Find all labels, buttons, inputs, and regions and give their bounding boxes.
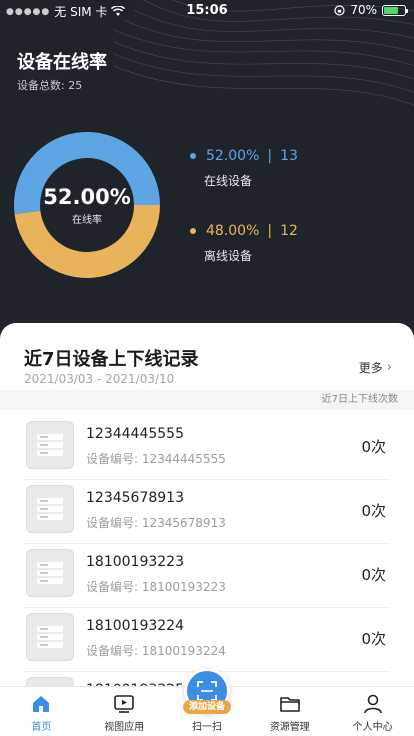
donut-center-value: 52.00%: [43, 185, 131, 209]
home-icon: [30, 693, 52, 715]
tab-label: 视图应用: [104, 722, 145, 733]
device-name: 18100193223: [86, 554, 184, 570]
orientation-lock-icon: [334, 4, 345, 16]
more-label: 更多: [358, 361, 383, 375]
device-code: 设备编号: 12345678913: [86, 516, 226, 530]
count-column-header: 近7日上下线次数: [0, 390, 414, 410]
offline-count: 12: [280, 223, 298, 239]
online-offline-count: 0次: [361, 630, 386, 648]
tab-profile[interactable]: 个人中心: [331, 687, 414, 736]
device-name: 18100193224: [86, 618, 184, 634]
tab-label: 资源管理: [269, 722, 310, 733]
battery-icon: [382, 4, 408, 16]
online-offline-count: 0次: [361, 438, 386, 456]
device-thumbnail-icon: [26, 613, 74, 661]
tab-resources[interactable]: 资源管理: [248, 687, 331, 736]
legend-offline: 48.00% | 12 离线设备: [190, 223, 298, 264]
record-list: 12344445555 设备编号: 12344445555 0次 1234567891…: [24, 416, 390, 686]
list-item[interactable]: 12344445555 设备编号: 12344445555 0次: [24, 416, 390, 480]
records-date-range: 2021/03/03 - 2021/03/10: [24, 372, 175, 386]
legend-divider: |: [267, 223, 273, 239]
folder-icon: [279, 693, 301, 715]
device-name: 12345678913: [86, 490, 184, 506]
device-thumbnail-icon: [26, 485, 74, 533]
device-code: 设备编号: 18100193223: [86, 580, 226, 594]
device-thumbnail-icon: [26, 549, 74, 597]
online-percent: 52.00%: [206, 148, 260, 164]
device-total: 设备总数: 25: [17, 79, 83, 92]
chevron-right-icon: ›: [386, 360, 392, 375]
battery-percent: 70%: [350, 3, 377, 17]
more-link[interactable]: 更多 ›: [359, 359, 392, 376]
offline-percent: 48.00%: [206, 223, 260, 239]
online-offline-count: 0次: [361, 502, 386, 520]
tab-label: 首页: [31, 722, 52, 733]
offline-label: 离线设备: [204, 249, 253, 263]
online-offline-count: 0次: [361, 566, 386, 584]
device-code: 设备编号: 12344445555: [86, 452, 226, 466]
page-title: 设备在线率: [17, 52, 107, 73]
list-item[interactable]: 12345678913 设备编号: 12345678913 0次: [24, 480, 390, 544]
legend-online: 52.00% | 13 在线设备: [190, 148, 298, 189]
online-label: 在线设备: [204, 174, 253, 188]
video-icon: [113, 693, 135, 715]
person-icon: [362, 693, 384, 715]
scan-icon: [197, 681, 217, 701]
device-thumbnail-icon: [26, 677, 74, 686]
online-dot-icon: [190, 153, 196, 159]
tab-home[interactable]: 首页: [0, 687, 83, 736]
status-bar: ●●●●● 无 SIM 卡 15:06 70%: [0, 0, 414, 22]
device-code: 设备编号: 18100193224: [86, 644, 226, 658]
legend-divider: |: [267, 148, 273, 164]
records-title: 近7日设备上下线记录: [24, 349, 199, 370]
online-count: 13: [280, 148, 298, 164]
device-name: 12344445555: [86, 426, 184, 442]
donut-center-label: 在线率: [72, 215, 102, 226]
online-rate-donut: 52.00% 在线率: [14, 132, 160, 278]
tab-label: 个人中心: [352, 722, 393, 733]
tab-label: 扫一扫: [191, 722, 222, 733]
tab-video[interactable]: 视图应用: [83, 687, 166, 736]
list-item[interactable]: 18100193224 设备编号: 18100193224 0次: [24, 608, 390, 672]
device-thumbnail-icon: [26, 421, 74, 469]
add-device-badge[interactable]: 添加设备: [183, 700, 231, 714]
offline-dot-icon: [190, 228, 196, 234]
list-item[interactable]: 18100193223 设备编号: 18100193223 0次: [24, 544, 390, 608]
